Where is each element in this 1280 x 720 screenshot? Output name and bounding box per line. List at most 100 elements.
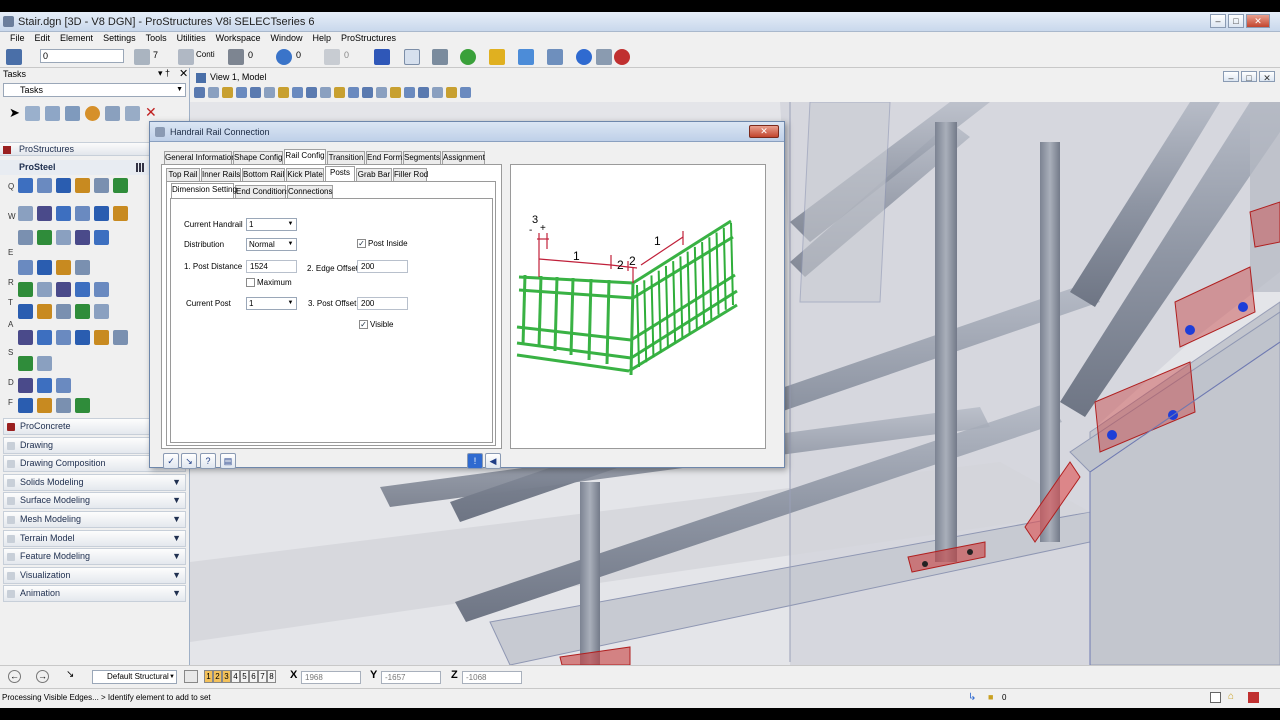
steel-tool-icon[interactable] [94, 206, 109, 221]
tab-kick-plate[interactable]: Kick Plate [286, 168, 324, 181]
raster-icon[interactable] [432, 49, 448, 65]
alert-status-icon[interactable] [1248, 692, 1259, 703]
menu-edit[interactable]: Edit [35, 33, 51, 43]
tab-transition[interactable]: Transition [327, 151, 365, 164]
tab-filler-rod[interactable]: Filler Rod [393, 168, 428, 181]
view-tool-icon[interactable] [306, 87, 317, 98]
file-status-icon[interactable] [1210, 692, 1221, 703]
steel-tool-icon[interactable] [75, 330, 90, 345]
steel-tool-icon[interactable] [37, 282, 52, 297]
view-tool-icon[interactable] [250, 87, 261, 98]
steel-tool-icon[interactable] [56, 330, 71, 345]
view-minimize-button[interactable]: – [1223, 71, 1239, 83]
post-distance-input[interactable]: 1524 [246, 260, 297, 273]
save-icon[interactable] [374, 49, 390, 65]
section-solids-modeling[interactable]: Solids Modeling ▼ [3, 474, 186, 491]
maximum-checkbox[interactable] [246, 278, 255, 287]
transparency-icon[interactable] [276, 49, 292, 65]
section-mesh-modeling[interactable]: Mesh Modeling ▼ [3, 511, 186, 528]
view-tool-icon[interactable] [404, 87, 415, 98]
grid-view-icon[interactable] [136, 163, 145, 172]
section-feature-modeling[interactable]: Feature Modeling ▼ [3, 548, 186, 565]
model-icon[interactable] [460, 49, 476, 65]
steel-tool-icon[interactable] [75, 206, 90, 221]
steel-tool-icon[interactable] [56, 206, 71, 221]
steel-tool-icon[interactable] [18, 304, 33, 319]
view-button-2[interactable]: 2 [213, 670, 222, 683]
view-tool-icon[interactable] [432, 87, 443, 98]
pick-button[interactable]: ↘ [181, 453, 197, 469]
color-value[interactable]: 7 [153, 50, 158, 60]
snap-status-icon[interactable]: ↳ [968, 692, 976, 703]
steel-tool-icon[interactable] [37, 330, 52, 345]
steel-tool-icon[interactable] [75, 260, 90, 275]
view-tool-icon[interactable] [418, 87, 429, 98]
steel-tool-icon[interactable] [37, 230, 52, 245]
steel-tool-icon[interactable] [94, 230, 109, 245]
steel-tool-icon[interactable] [75, 230, 90, 245]
minimize-button[interactable]: – [1210, 14, 1226, 28]
snap-icon[interactable] [518, 49, 534, 65]
layers-icon[interactable] [489, 49, 505, 65]
priority-icon[interactable] [324, 49, 340, 65]
y-coordinate[interactable]: -1657 [381, 671, 441, 684]
view-button-8[interactable]: 8 [267, 670, 276, 683]
steel-tool-icon[interactable] [18, 356, 33, 371]
maximize-button[interactable]: □ [1228, 14, 1244, 28]
tasks-dropdown[interactable]: Tasks ▼ [3, 83, 186, 97]
view-tool-icon[interactable] [222, 87, 233, 98]
tab-general-information[interactable]: General Information [164, 151, 236, 164]
menu-settings[interactable]: Settings [103, 33, 136, 43]
tab-segments[interactable]: Segments [403, 151, 441, 164]
section-visualization[interactable]: Visualization ▼ [3, 567, 186, 584]
steel-tool-icon[interactable] [37, 178, 52, 193]
dialog-close-button[interactable]: ✕ [749, 125, 779, 138]
section-terrain-model[interactable]: Terrain Model ▼ [3, 530, 186, 547]
warning-button[interactable]: ! [467, 453, 483, 469]
menu-file[interactable]: File [10, 33, 25, 43]
color-icon[interactable] [134, 49, 150, 65]
view-button-1[interactable]: 1 [204, 670, 213, 683]
visible-checkbox[interactable]: ✓ [359, 320, 368, 329]
select-box-icon[interactable] [25, 106, 40, 121]
view-button-4[interactable]: 4 [231, 670, 240, 683]
steel-tool-icon[interactable] [18, 378, 33, 393]
steel-tool-icon[interactable] [56, 282, 71, 297]
priority-value[interactable]: 0 [344, 50, 349, 60]
menu-window[interactable]: Window [270, 33, 302, 43]
transparency-value[interactable]: 0 [296, 50, 301, 60]
tab-posts[interactable]: Posts [325, 166, 355, 181]
view-tool-icon[interactable] [390, 87, 401, 98]
menu-utilities[interactable]: Utilities [177, 33, 206, 43]
post-inside-checkbox[interactable]: ✓ [357, 239, 366, 248]
stop-icon[interactable] [614, 49, 630, 65]
pointer-icon[interactable]: ↘ [66, 669, 74, 680]
fence-icon[interactable] [45, 106, 60, 121]
view-tool-icon[interactable] [348, 87, 359, 98]
view-maximize-button[interactable]: □ [1241, 71, 1257, 83]
steel-tool-icon[interactable] [18, 178, 33, 193]
steel-tool-icon[interactable] [94, 178, 109, 193]
tab-inner-rails[interactable]: Inner Rails [201, 168, 241, 181]
line-weight-icon[interactable] [228, 49, 244, 65]
group-icon[interactable] [65, 106, 80, 121]
steel-tool-icon[interactable] [18, 398, 33, 413]
close-button[interactable]: ✕ [1246, 14, 1270, 28]
steel-tool-icon[interactable] [56, 260, 71, 275]
view-tool-icon[interactable] [236, 87, 247, 98]
steel-tool-icon[interactable] [18, 282, 33, 297]
default-structural-select[interactable]: Default Structural ▼ [92, 670, 177, 684]
tab-end-form[interactable]: End Form [366, 151, 402, 164]
manipulate-icon[interactable] [85, 106, 100, 121]
line-style-value[interactable]: Conti [196, 50, 215, 59]
steel-tool-icon[interactable] [75, 398, 90, 413]
steel-tool-icon[interactable] [113, 206, 128, 221]
tab-connections[interactable]: Connections [287, 185, 333, 198]
menu-workspace[interactable]: Workspace [216, 33, 261, 43]
view-tool-icon[interactable] [278, 87, 289, 98]
forward-icon[interactable]: → [36, 670, 49, 683]
x-coordinate[interactable]: 1968 [301, 671, 361, 684]
steel-tool-icon[interactable] [94, 330, 109, 345]
line-weight-value[interactable]: 0 [248, 50, 253, 60]
copy-icon[interactable] [125, 106, 140, 121]
